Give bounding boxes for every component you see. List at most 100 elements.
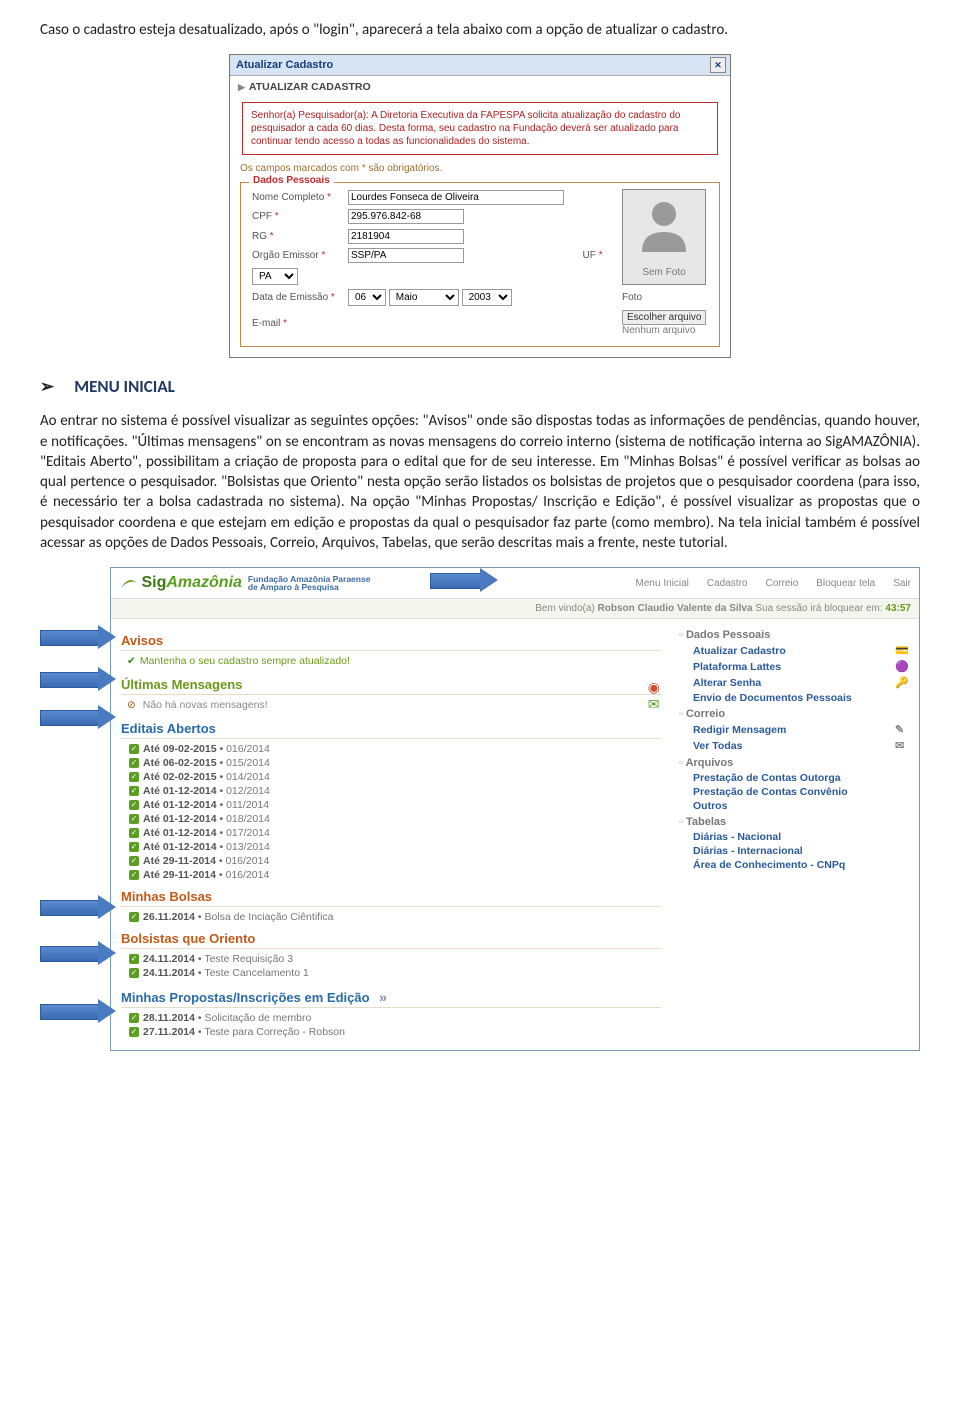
input-rg[interactable] xyxy=(348,229,464,244)
arrow-icon xyxy=(40,625,120,649)
aviso-line: ✔Mantenha o seu cadastro sempre atualiza… xyxy=(127,655,661,667)
list-item[interactable]: ✓Até 01-12-2014 • 012/2014 xyxy=(129,785,661,797)
check-badge-icon: ✓ xyxy=(129,954,139,964)
inset-sigamazonia-wrap: SigAmazônia Fundação Amazônia Paraense d… xyxy=(40,567,920,1051)
section-bolsas: Minhas Bolsas xyxy=(121,889,661,907)
brand-subtitle: Fundação Amazônia Paraense de Amparo à P… xyxy=(248,575,371,592)
link-area-cnpq[interactable]: Área de Conhecimento - CNPq xyxy=(693,859,909,871)
menu-item[interactable]: Menu Inicial xyxy=(636,578,689,589)
link-prest-convenio[interactable]: Prestação de Contas Convênio xyxy=(693,786,909,798)
link-outros[interactable]: Outros xyxy=(693,800,909,812)
list-item[interactable]: ✓Até 01-12-2014 • 011/2014 xyxy=(129,799,661,811)
link-envio-docs[interactable]: Envio de Documentos Pessoais xyxy=(693,692,909,704)
menu-item[interactable]: Sair xyxy=(893,578,911,589)
link-prest-outorga[interactable]: Prestação de Contas Outorga xyxy=(693,772,909,784)
list-item[interactable]: ✓Até 09-02-2015 • 016/2014 xyxy=(129,743,661,755)
mail-icon: ✉ xyxy=(895,739,909,753)
check-badge-icon: ✓ xyxy=(129,744,139,754)
list-item[interactable]: ✓Até 02-02-2015 • 014/2014 xyxy=(129,771,661,783)
section-avisos: Avisos xyxy=(121,633,661,651)
left-column: Avisos ✔Mantenha o seu cadastro sempre a… xyxy=(121,625,661,1040)
input-orgao[interactable] xyxy=(348,248,464,263)
dialog-title: Atualizar Cadastro ✕ xyxy=(230,55,730,76)
section-oriento: Bolsistas que Oriento xyxy=(121,931,661,949)
check-badge-icon: ✓ xyxy=(129,786,139,796)
topbar: SigAmazônia Fundação Amazônia Paraense d… xyxy=(111,568,919,599)
label-cpf: CPF xyxy=(252,211,272,222)
label-data: Data de Emissão xyxy=(252,292,328,303)
brand-logo: SigAmazônia xyxy=(119,574,242,592)
label-uf: UF xyxy=(582,250,595,261)
list-item[interactable]: ✓28.11.2014 • Solicitação de membro xyxy=(129,1012,661,1024)
menu-item[interactable]: Cadastro xyxy=(707,578,748,589)
menu-item[interactable]: Correio xyxy=(765,578,798,589)
link-alterar-senha[interactable]: Alterar Senha🔑 xyxy=(693,676,909,690)
doc-paragraph-2: Ao entrar no sistema é possível visualiz… xyxy=(40,411,920,553)
link-lattes[interactable]: Plataforma Lattes🟣 xyxy=(693,660,909,674)
section-propostas: Minhas Propostas/Inscrições em Edição » xyxy=(121,989,661,1008)
link-atualizar-cadastro[interactable]: Atualizar Cadastro💳 xyxy=(693,644,909,658)
label-foto: Foto xyxy=(619,287,711,308)
right-head-dados: Dados Pessoais xyxy=(679,629,909,641)
check-badge-icon: ✓ xyxy=(129,800,139,810)
more-icon[interactable]: » xyxy=(379,989,387,1005)
warning-box: Senhor(a) Pesquisador(a): A Diretoria Ex… xyxy=(242,102,718,155)
check-badge-icon: ✓ xyxy=(129,758,139,768)
gmail-icon: ◉ xyxy=(648,679,660,695)
list-item[interactable]: ✓26.11.2014 • Bolsa de Inciação Ciêntifi… xyxy=(129,911,661,923)
select-mes[interactable]: Maio xyxy=(389,289,459,306)
arrow-icon xyxy=(40,895,120,919)
right-column: Dados Pessoais Atualizar Cadastro💳 Plata… xyxy=(679,625,909,1040)
arrow-icon xyxy=(430,567,500,593)
check-badge-icon: ✓ xyxy=(129,842,139,852)
check-badge-icon: ✓ xyxy=(129,968,139,978)
doc-paragraph-1: Caso o cadastro esteja desatualizado, ap… xyxy=(40,20,920,40)
check-badge-icon: ✓ xyxy=(129,1013,139,1023)
inset-sigamazonia: SigAmazônia Fundação Amazônia Paraense d… xyxy=(110,567,920,1051)
input-cpf[interactable] xyxy=(348,209,464,224)
link-diarias-internacional[interactable]: Diárias - Internacional xyxy=(693,845,909,857)
check-badge-icon: ✓ xyxy=(129,912,139,922)
right-head-correio: Correio xyxy=(679,708,909,720)
check-badge-icon: ✓ xyxy=(129,814,139,824)
label-nome: Nome Completo xyxy=(252,192,324,203)
choose-file-button[interactable]: Escolher arquivo xyxy=(622,310,706,325)
no-messages: ⊘ Não há novas mensagens! xyxy=(127,699,661,711)
input-nome[interactable] xyxy=(348,190,564,205)
select-ano[interactable]: 2003 xyxy=(462,289,512,306)
photo-placeholder: Sem Foto xyxy=(622,189,706,285)
heading-menu-inicial: MENU INICIAL xyxy=(40,376,920,397)
link-redigir[interactable]: Redigir Mensagem✎ xyxy=(693,723,909,737)
fieldset-legend: Dados Pessoais xyxy=(249,175,334,186)
label-email: E-mail xyxy=(252,318,280,329)
list-item[interactable]: ✓Até 06-02-2015 • 015/2014 xyxy=(129,757,661,769)
arrow-icon xyxy=(40,667,120,691)
list-item[interactable]: ✓Até 29-11-2014 • 016/2014 xyxy=(129,869,661,881)
list-item[interactable]: ✓Até 01-12-2014 • 018/2014 xyxy=(129,813,661,825)
check-badge-icon: ✓ xyxy=(129,870,139,880)
link-diarias-nacional[interactable]: Diárias - Nacional xyxy=(693,831,909,843)
label-rg: RG xyxy=(252,231,267,242)
list-item[interactable]: ✓27.11.2014 • Teste para Correção - Robs… xyxy=(129,1026,661,1038)
x-icon: ⊘ xyxy=(127,699,136,711)
refresh-mail-icon: ✉ xyxy=(648,696,660,712)
menu-item[interactable]: Bloquear tela xyxy=(816,578,875,589)
list-item[interactable]: ✓Até 01-12-2014 • 013/2014 xyxy=(129,841,661,853)
leaf-icon xyxy=(119,576,137,590)
arrow-icon xyxy=(40,941,120,965)
list-item[interactable]: ✓24.11.2014 • Teste Requisição 3 xyxy=(129,953,661,965)
session-bar: Bem vindo(a) Robson Claudio Valente da S… xyxy=(111,599,919,619)
close-icon[interactable]: ✕ xyxy=(710,57,726,73)
fieldset-dados-pessoais: Dados Pessoais Nome Completo * Sem Foto … xyxy=(240,182,720,347)
check-icon: ✔ xyxy=(127,655,136,667)
list-item[interactable]: ✓Até 01-12-2014 • 017/2014 xyxy=(129,827,661,839)
list-item[interactable]: ✓24.11.2014 • Teste Cancelamento 1 xyxy=(129,967,661,979)
lattes-icon: 🟣 xyxy=(895,660,909,674)
select-uf[interactable]: PA xyxy=(252,268,298,285)
list-item[interactable]: ✓Até 29-11-2014 • 016/2014 xyxy=(129,855,661,867)
select-dia[interactable]: 06 xyxy=(348,289,386,306)
dialog-breadcrumb: ATUALIZAR CADASTRO xyxy=(230,76,730,98)
no-file-text: Nenhum arquivo xyxy=(622,325,695,336)
right-head-tabelas: Tabelas xyxy=(679,816,909,828)
link-ver-todas[interactable]: Ver Todas✉ xyxy=(693,739,909,753)
